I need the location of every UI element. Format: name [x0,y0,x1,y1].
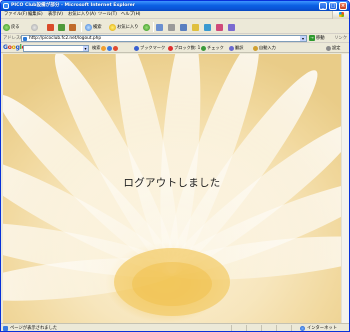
google-translate-label: 翻訳 [235,45,244,50]
google-translate-button[interactable]: 翻訳 [229,45,243,51]
google-settings-button[interactable]: 設定 [326,45,340,51]
maximize-button[interactable]: □ [329,2,337,10]
menu-tools[interactable]: ツール(T) [98,12,117,18]
menu-bar: ファイル(F) 編集(E) 表示(V) お気に入り(A) ツール(T) ヘルプ(… [1,11,349,19]
google-search-dropdown-icon[interactable]: ▾ [83,45,88,51]
search-icon [85,23,92,31]
page-icon [23,37,27,41]
google-autofill-button[interactable]: 自動入力 [253,45,276,51]
tool-icon [228,23,235,31]
history-icon [143,23,150,31]
star-icon [109,23,116,31]
favorites-label: お気に入り [117,25,139,30]
minimize-button[interactable]: _ [319,2,327,10]
page-done-icon [3,326,8,331]
links-label[interactable]: リンク [334,35,347,42]
bookmark-star-icon [134,45,139,51]
windows-logo-icon [332,11,348,19]
vertical-scrollbar[interactable] [341,54,349,323]
spellcheck-icon [201,45,206,51]
forward-button[interactable] [31,22,38,32]
history-button[interactable] [143,22,150,32]
search-button[interactable]: 検索 [85,22,102,32]
google-search-button[interactable]: 検索 [92,45,119,51]
logout-message: ログアウトしました [123,177,221,189]
zone-label: インターネット [306,326,337,331]
autofill-icon [253,45,258,51]
home-button[interactable] [69,22,76,32]
translate-icon [229,45,234,51]
discuss-icon [192,23,199,31]
status-text: ページが表示されました [10,326,58,331]
stop-button[interactable] [47,22,54,32]
address-url[interactable]: http://picoclub.fc2.net/logout.php [29,36,101,42]
favorites-button[interactable]: お気に入り [109,22,138,32]
menu-favorites[interactable]: お気に入り(A) [68,12,96,18]
research-button[interactable] [216,22,223,32]
go-arrow-icon: → [309,35,315,41]
discuss-button[interactable] [192,22,199,32]
menu-edit[interactable]: 編集(E) [28,12,43,18]
google-autofill-label: 自動入力 [259,45,276,50]
print-button[interactable] [168,22,175,32]
address-bar: アドレス(D) http://picoclub.fc2.net/logout.p… [1,34,349,43]
messenger-button[interactable] [204,22,211,32]
google-bookmark-button[interactable]: ブックマーク [134,45,165,51]
go-button[interactable]: → 移動 [309,35,325,41]
search-label: 検索 [93,25,102,30]
back-arrow-icon [3,23,10,31]
research-icon [216,23,223,31]
close-button[interactable]: × [339,2,347,10]
home-icon [69,23,76,31]
menu-file[interactable]: ファイル(F) [4,12,27,18]
forward-arrow-icon [31,23,38,31]
menu-help[interactable]: ヘルプ(H) [121,12,140,18]
google-search-input[interactable]: ▾ [23,44,89,52]
address-dropdown-icon[interactable]: ▾ [300,36,306,41]
mail-button[interactable] [156,22,163,32]
refresh-icon [58,23,65,31]
edit-icon [180,23,187,31]
google-web-icon [101,45,107,51]
standard-toolbar: 戻る 検索 お気に入り [1,19,349,34]
address-input[interactable]: http://picoclub.fc2.net/logout.php ▾ [21,35,307,42]
google-pagerank-icon [113,45,119,51]
security-zone: インターネット [299,325,337,331]
back-label: 戻る [11,25,20,30]
window-title: PICO Club設備が部分 - Microsoft Internet Expl… [11,3,136,8]
page-content: ログアウトしました [3,54,341,323]
ie-icon [3,3,9,9]
google-bookmark-label: ブックマーク [140,45,166,50]
back-button[interactable]: 戻る [3,22,20,32]
stop-icon [47,23,54,31]
print-icon [168,23,175,31]
browser-window: PICO Club設備が部分 - Microsoft Internet Expl… [0,0,350,332]
title-bar: PICO Club設備が部分 - Microsoft Internet Expl… [1,1,349,11]
google-news-icon [107,45,113,51]
google-toolbar: Google ▾ 検索 ブックマーク ブロック数: 1 チェック 翻訳 自 [1,43,349,53]
google-popup-button[interactable]: ブロック数: 1 [168,45,200,51]
messenger-icon [204,23,211,31]
google-popup-label: ブロック数: 1 [174,45,201,50]
google-settings-label: 設定 [332,45,341,50]
mail-icon [156,23,163,31]
settings-gear-icon [326,45,331,51]
tool-button[interactable] [228,22,235,32]
refresh-button[interactable] [58,22,65,32]
internet-globe-icon [299,326,305,331]
go-label: 移動 [316,36,325,41]
edit-button[interactable] [180,22,187,32]
popup-blocker-icon [168,45,173,51]
google-check-button[interactable]: チェック [201,45,224,51]
google-check-label: チェック [207,45,224,50]
status-bar: ページが表示されました インターネット [1,323,349,331]
menu-view[interactable]: 表示(V) [48,12,63,18]
google-search-label: 検索 [92,45,101,50]
